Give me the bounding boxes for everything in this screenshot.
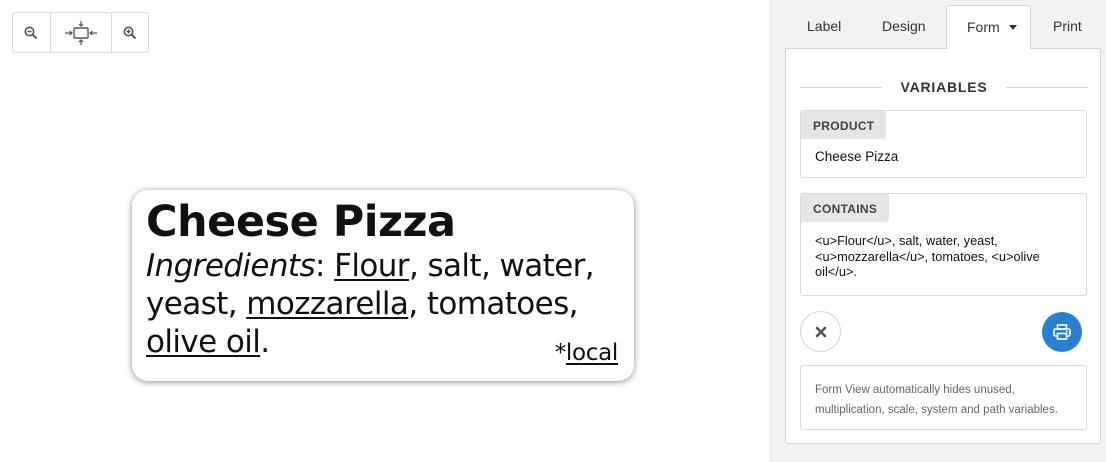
tab-label[interactable]: Label (807, 18, 841, 34)
contains-variable-name: CONTAINS (801, 194, 890, 222)
tab-design[interactable]: Design (882, 18, 926, 34)
local-asterisk: * (554, 340, 567, 366)
zoom-out-button[interactable] (13, 13, 50, 52)
ingredients-word: Ingredients (146, 248, 316, 284)
product-variable-name: PRODUCT (801, 111, 887, 139)
contains-variable-value[interactable]: <u>Flour</u>, salt, water, yeast, <u>moz… (801, 222, 1086, 280)
product-variable-field[interactable]: PRODUCT Cheese Pizza (800, 110, 1087, 178)
label-title: Cheese Pizza (146, 197, 456, 247)
tab-form-label: Form (967, 19, 1000, 35)
clear-button[interactable] (800, 311, 841, 352)
zoom-toolbar (12, 12, 149, 53)
ingredient-highlight: olive oil (146, 324, 261, 360)
tab-print[interactable]: Print (1053, 18, 1082, 34)
label-preview: Cheese Pizza Ingredients: Flour, salt, w… (132, 190, 634, 381)
ingredient-text: , tomatoes, (408, 286, 578, 322)
zoom-in-icon (123, 26, 137, 39)
panel-tabs: Label Design Form Print (769, 0, 1106, 49)
local-note: *local (554, 340, 619, 366)
chevron-down-icon[interactable] (1008, 25, 1017, 30)
ingredient-highlight: Flour (334, 248, 409, 284)
close-icon (815, 326, 826, 337)
local-word: local (565, 340, 618, 366)
fit-to-view-icon (64, 20, 97, 45)
ingredients-colon: : (315, 248, 325, 284)
divider (1005, 86, 1088, 88)
product-variable-value[interactable]: Cheese Pizza (801, 139, 1086, 165)
tab-form[interactable]: Form (946, 5, 1031, 49)
side-panel: Label Design Form Print VARIABLES PRODUC… (769, 0, 1106, 462)
contains-variable-field[interactable]: CONTAINS <u>Flour</u>, salt, water, yeas… (800, 193, 1087, 296)
variables-title: VARIABLES (900, 79, 988, 95)
ingredient-text: . (260, 324, 270, 360)
ingredient-highlight: mozzarella (246, 286, 409, 322)
print-button[interactable] (1042, 312, 1082, 352)
divider (800, 86, 883, 88)
printer-icon (1053, 324, 1071, 340)
help-text: Form View automatically hides unused, mu… (800, 365, 1087, 430)
zoom-in-button[interactable] (111, 13, 148, 52)
variables-heading: VARIABLES (800, 77, 1088, 97)
zoom-out-icon (24, 26, 38, 39)
form-view: VARIABLES PRODUCT Cheese Pizza CONTAINS … (785, 48, 1101, 444)
fit-to-view-button[interactable] (49, 13, 112, 52)
label-ingredients: Ingredients: Flour, salt, water, yeast, … (146, 247, 616, 361)
